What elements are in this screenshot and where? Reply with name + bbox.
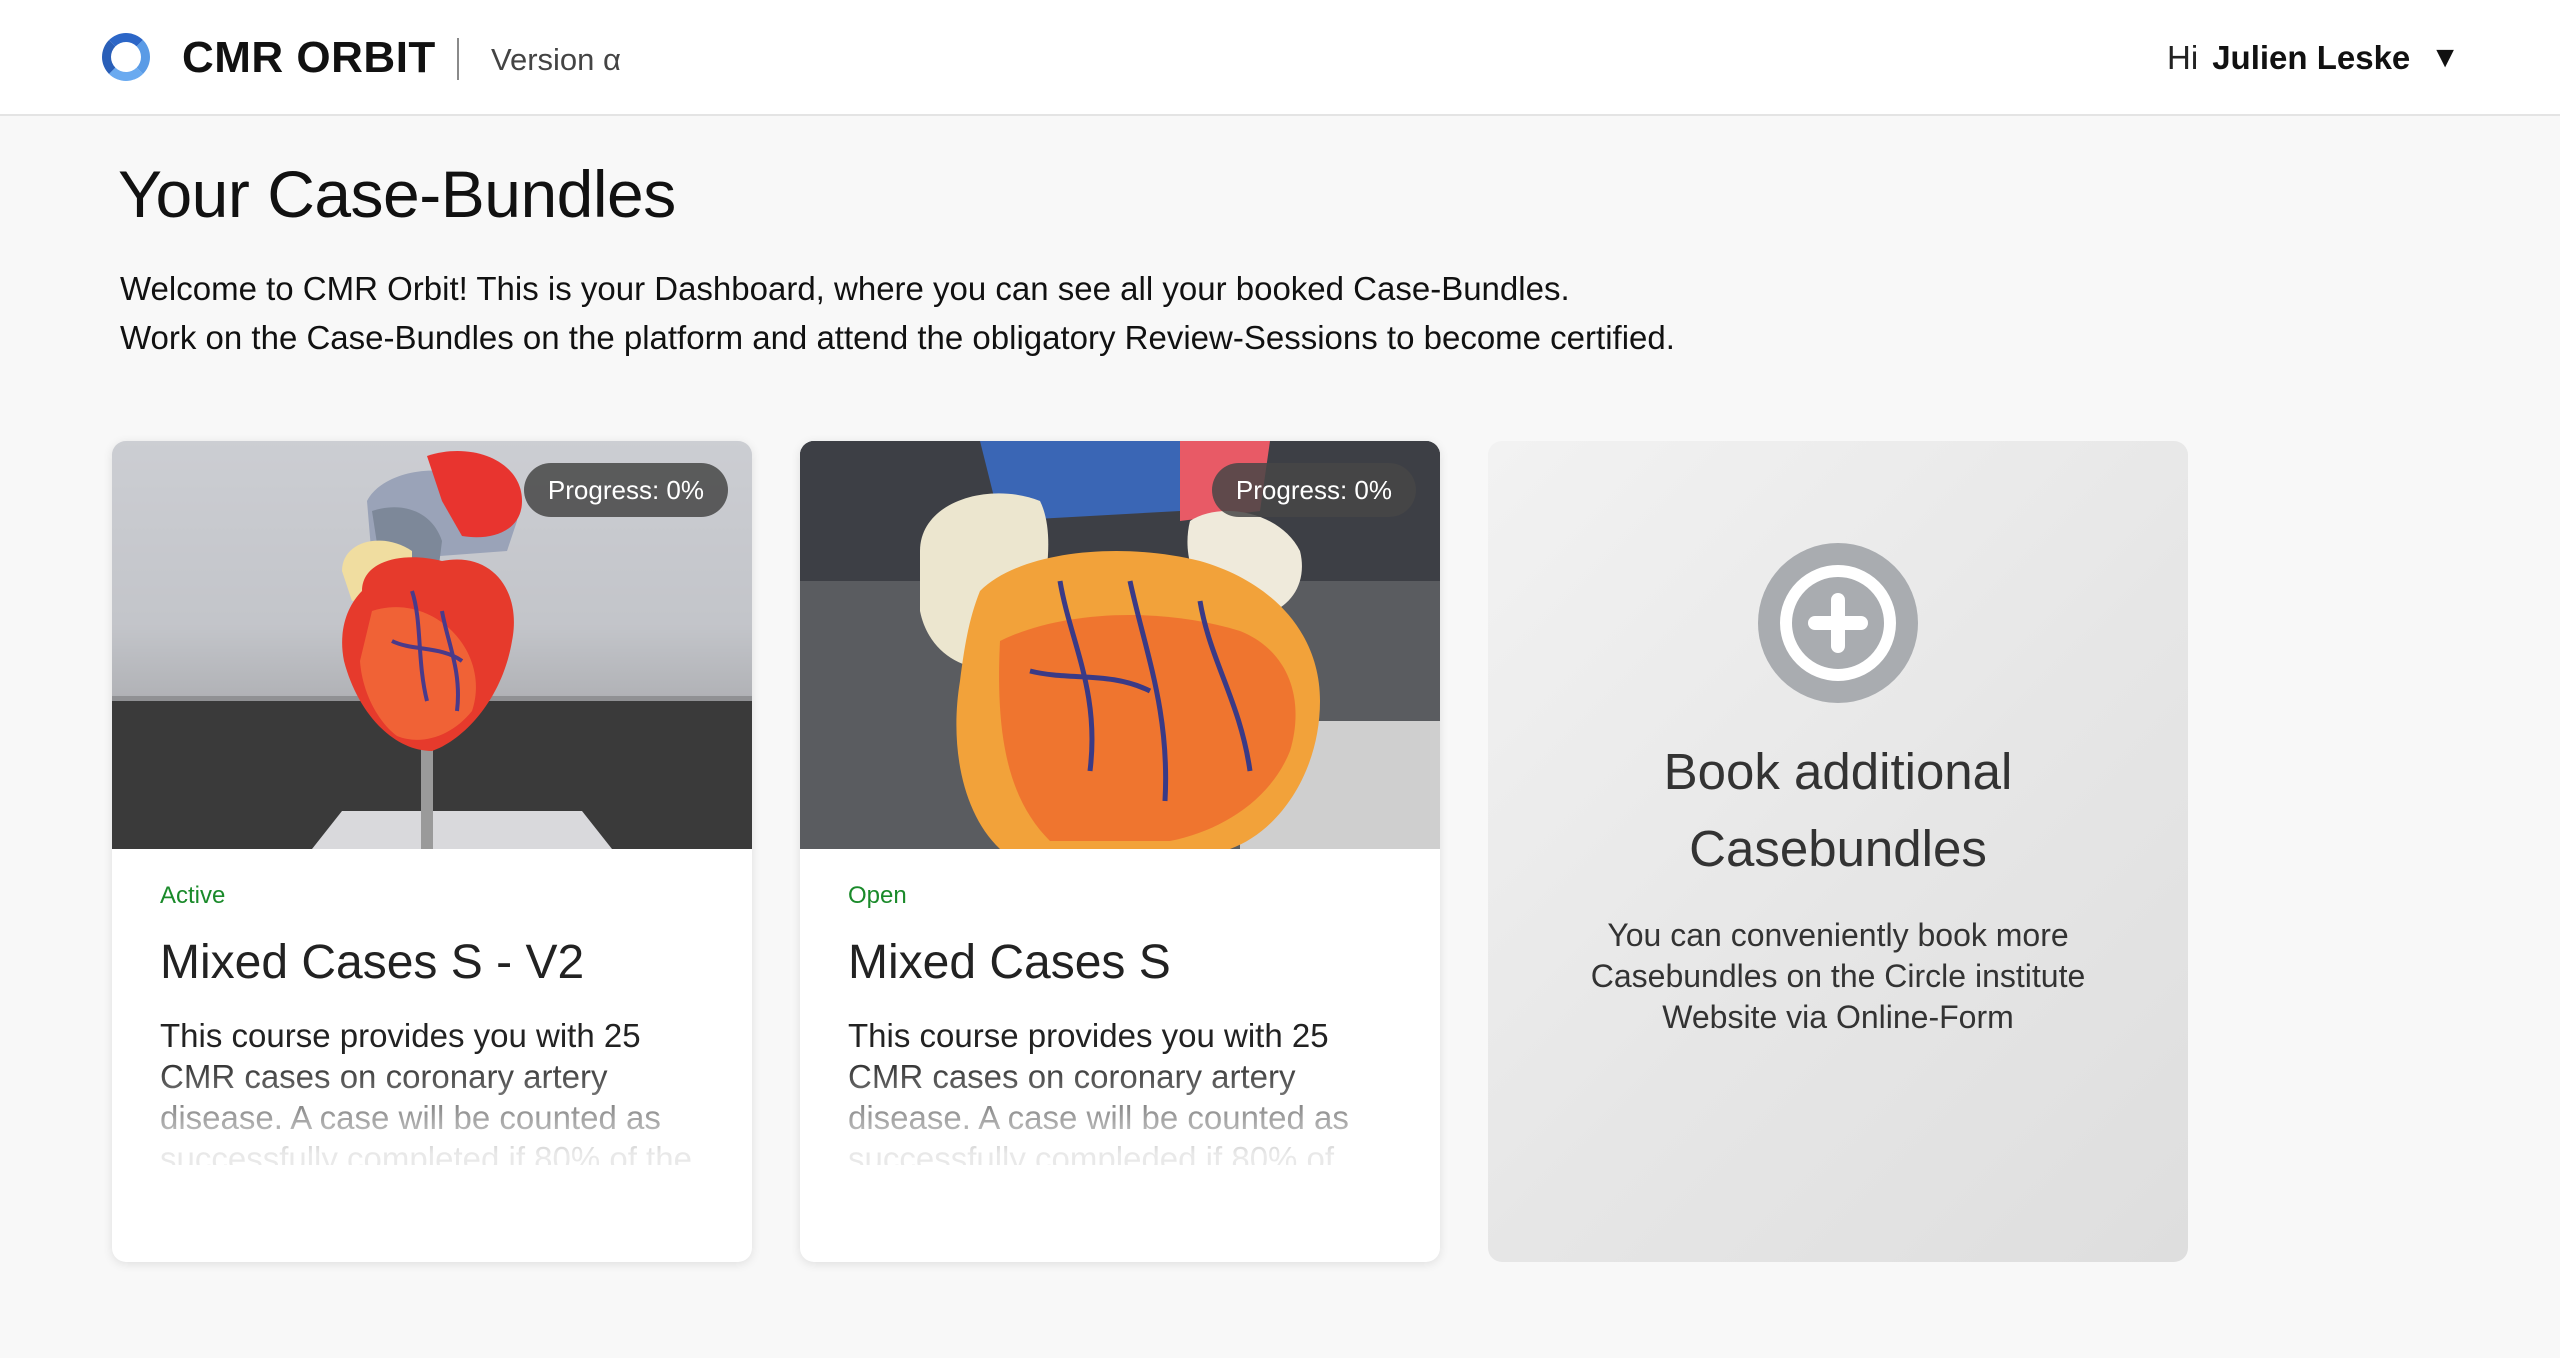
progress-badge: Progress: 0% (523, 463, 728, 517)
card-title[interactable]: Mixed Cases S - V2 (160, 933, 704, 993)
description-container: This course provides you with 25 CMR cas… (160, 1015, 704, 1165)
progress-badge: Progress: 0% (1211, 463, 1416, 517)
version-label: Version α (491, 42, 621, 77)
plus-icon (1780, 565, 1896, 681)
book-additional-card[interactable]: Book additional Casebundles You can conv… (1488, 441, 2188, 1262)
top-navbar: CMR ORBIT Version α Hi Julien Leske ▼ (0, 0, 2560, 116)
card-body: Active Mixed Cases S - V2 This course pr… (160, 881, 704, 1165)
book-title: Book additional Casebundles (1663, 743, 2013, 877)
page-title: Your Case-Bundles (118, 157, 676, 231)
user-name[interactable]: Julien Leske (2212, 39, 2410, 77)
book-description: You can conveniently book more Casebundl… (1590, 917, 2086, 1035)
intro-line-2: Work on the Case-Bundles on the platform… (120, 319, 1675, 356)
caret-down-icon[interactable]: ▼ (2430, 41, 2460, 75)
case-bundle-card[interactable]: Progress: 0% Active Mixed Cases S - V2 T… (112, 441, 752, 1262)
card-description: This course provides you with 25 CMR cas… (160, 1017, 692, 1165)
card-description: This course provides you with 25 CMR cas… (848, 1017, 1349, 1165)
case-bundle-card[interactable]: Progress: 0% Open Mixed Cases S This cou… (800, 441, 1440, 1262)
heart-model-image: Progress: 0% (112, 441, 752, 849)
orbit-logo-icon[interactable] (102, 33, 150, 81)
status-label: Open (848, 882, 907, 909)
user-menu-dropdown[interactable]: Hi Julien Leske ▼ (2167, 30, 2460, 86)
description-container: This course provides you with 25 CMR cas… (848, 1015, 1392, 1165)
intro-line-1: Welcome to CMR Orbit! This is your Dashb… (120, 270, 1570, 307)
brand-name[interactable]: CMR ORBIT (182, 30, 436, 86)
card-body: Open Mixed Cases S This course provides … (848, 881, 1392, 1165)
plus-circle-icon[interactable] (1758, 543, 1918, 703)
brand-divider (457, 38, 459, 80)
heart-model-image: Progress: 0% (800, 441, 1440, 849)
status-label: Active (160, 882, 226, 909)
card-title[interactable]: Mixed Cases S (848, 933, 1392, 993)
intro-text: Welcome to CMR Orbit! This is your Dashb… (120, 264, 2020, 362)
greeting-text: Hi (2167, 39, 2199, 76)
